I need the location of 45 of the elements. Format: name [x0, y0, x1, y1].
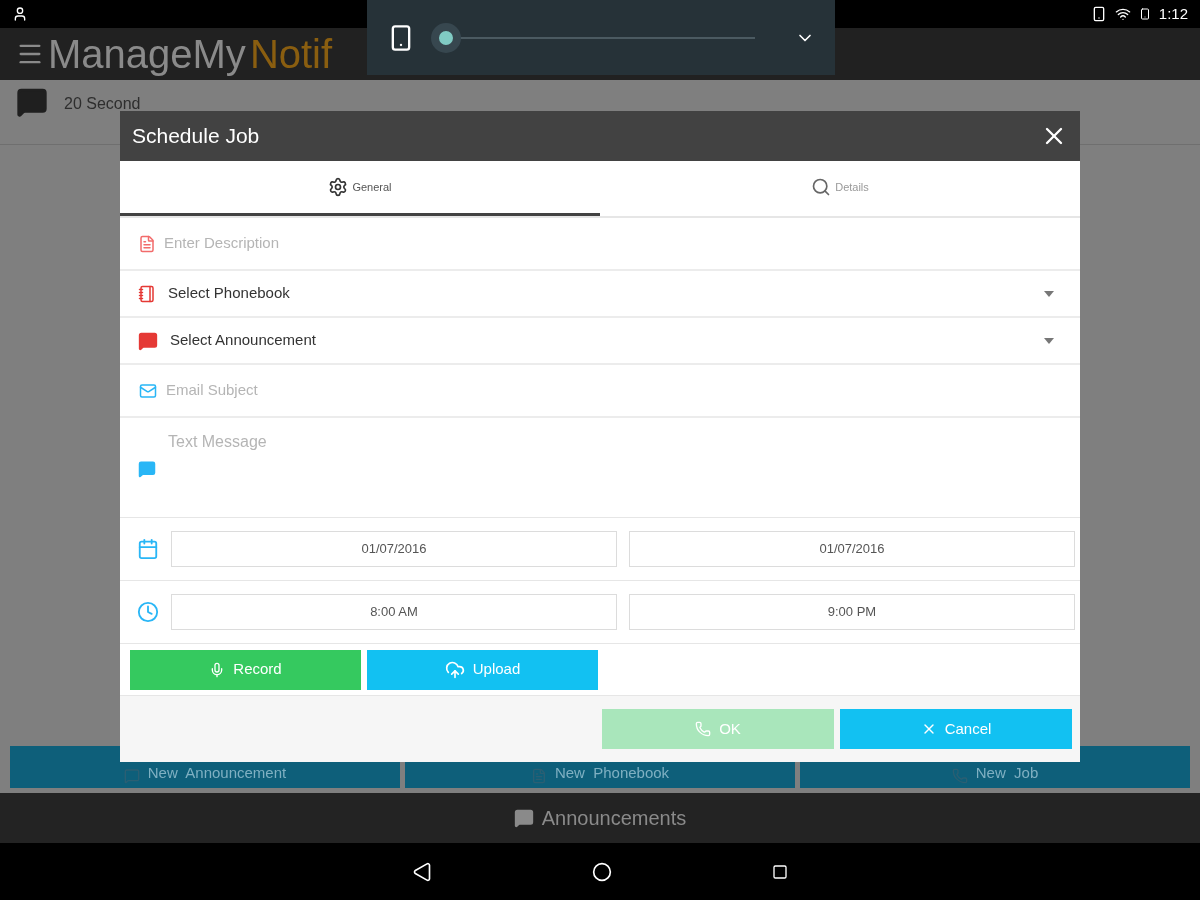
home-icon[interactable]	[592, 861, 612, 882]
upload-icon	[444, 659, 465, 680]
clock-time: 1:12	[1158, 3, 1188, 24]
chat-icon	[138, 330, 158, 351]
app-title-accent: Notif	[249, 34, 333, 74]
chat-icon	[513, 808, 534, 828]
dropdown[interactable]: Select Phonebook	[120, 271, 1080, 318]
date-time-field[interactable]: 9:00 PM	[629, 594, 1075, 630]
phone-icon	[951, 768, 968, 784]
phone-icon	[695, 721, 712, 737]
tab[interactable]: Details	[600, 161, 1080, 216]
chat-icon	[16, 86, 48, 118]
slider-thumb[interactable]	[431, 22, 461, 53]
cancel-button[interactable]: Cancel	[840, 709, 1072, 749]
message-icon	[138, 460, 156, 478]
input-field[interactable]: Enter Description	[120, 218, 1080, 271]
bottom-tab[interactable]: Announcements	[0, 793, 1200, 843]
dialog-title: Schedule Job	[132, 123, 261, 150]
text-message-field[interactable]: Text Message	[120, 418, 1080, 518]
caret-icon	[1044, 337, 1054, 344]
record-button[interactable]: Record	[130, 649, 361, 690]
input-field[interactable]: Email Subject	[120, 365, 1080, 418]
calendar-icon	[137, 538, 159, 560]
recents-icon[interactable]	[772, 863, 788, 880]
wifi-icon	[1114, 6, 1131, 22]
document-icon	[138, 234, 156, 253]
date-time-field[interactable]: 01/07/2016	[629, 531, 1075, 567]
list-item-text: 20 Second	[64, 94, 141, 114]
back-icon[interactable]	[412, 861, 432, 882]
volume-slider[interactable]	[431, 22, 755, 53]
dropdown[interactable]: Select Announcement	[120, 318, 1080, 365]
chat-icon	[123, 768, 140, 784]
caret-icon	[1044, 290, 1054, 297]
search-icon	[811, 177, 832, 197]
upload-button[interactable]: Upload	[367, 649, 598, 690]
settings-icon	[328, 177, 349, 197]
notebook-icon	[138, 284, 156, 303]
document-icon	[530, 768, 547, 784]
clock-icon	[137, 601, 159, 623]
date-time-field[interactable]: 01/07/2016	[171, 531, 617, 567]
tab[interactable]: General	[120, 161, 600, 216]
app-title: ManageMy	[48, 34, 246, 74]
mail-icon	[138, 381, 158, 400]
date-time-field[interactable]: 8:00 AM	[171, 594, 617, 630]
battery-icon	[1138, 6, 1151, 22]
